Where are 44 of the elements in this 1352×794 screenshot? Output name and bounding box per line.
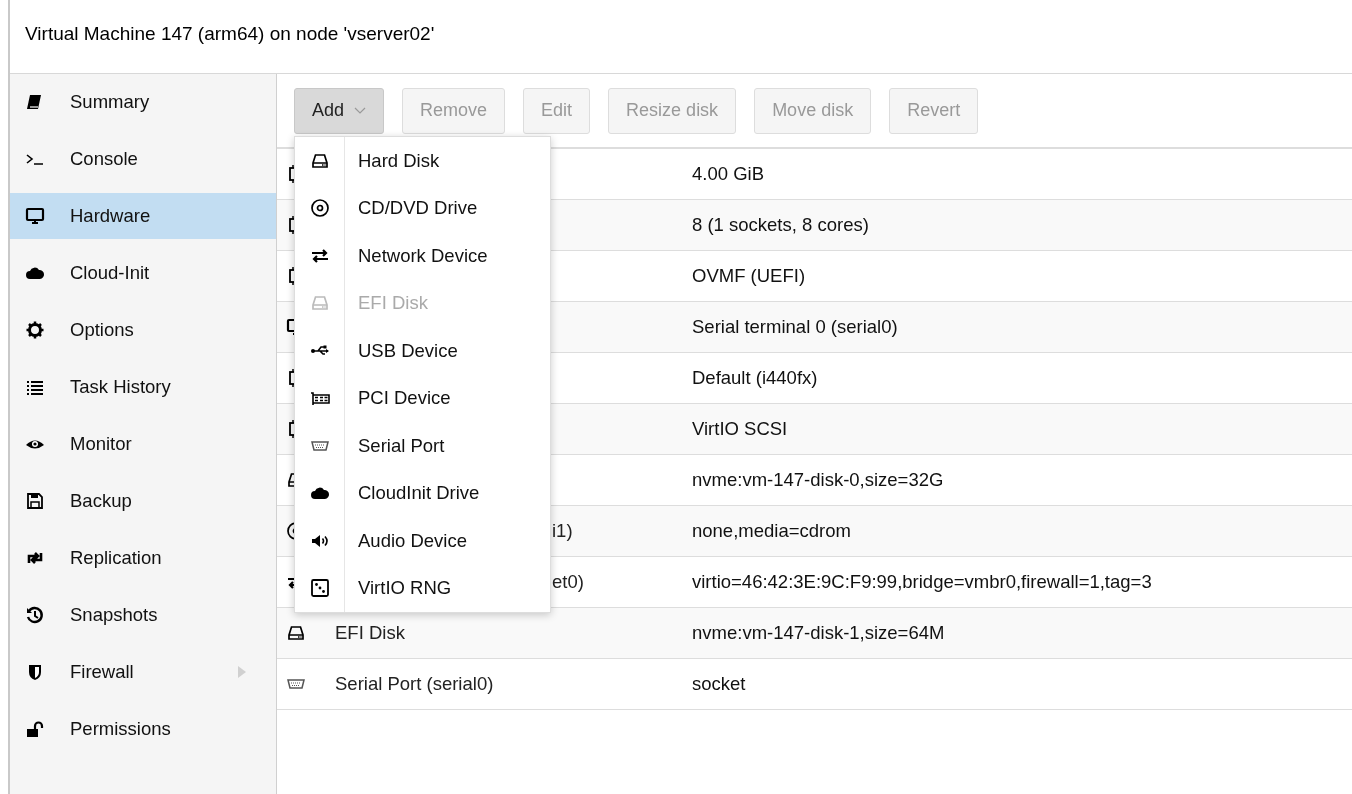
menu-item[interactable]: Serial Port xyxy=(295,422,550,470)
sidebar-item[interactable]: Cloud-Init xyxy=(10,250,276,296)
window-title: Virtual Machine 147 (arm64) on node 'vserver02' xyxy=(25,22,435,45)
table-cell: et0) xyxy=(552,571,584,593)
sidebar-item[interactable]: Monitor xyxy=(10,421,276,467)
table-cell: none,media=cdrom xyxy=(692,520,851,542)
sidebar-item[interactable]: Console xyxy=(10,136,276,182)
table-cell: virtio=46:42:3E:9C:F9:99,bridge=vmbr0,firewall=1,tag=3 xyxy=(692,571,1152,593)
table-cell: 8 (1 sockets, 8 cores) xyxy=(692,214,869,236)
menu-item[interactable]: PCI Device xyxy=(295,374,550,422)
toolbar-button[interactable]: Add xyxy=(294,87,385,134)
sidebar-item[interactable]: Permissions xyxy=(10,706,276,752)
sidebar-item[interactable]: Snapshots xyxy=(10,592,276,638)
sidebar-item[interactable]: Firewall xyxy=(10,649,276,695)
menu-item[interactable]: USB Device xyxy=(295,327,550,375)
history-icon xyxy=(25,605,45,625)
sidebar-item[interactable]: Options xyxy=(10,307,276,353)
unlock-icon xyxy=(25,719,45,739)
dice-icon xyxy=(309,578,330,599)
table-cell: nvme:vm-147-disk-1,size=64M xyxy=(692,622,945,644)
menu-item[interactable]: CloudInit Drive xyxy=(295,469,550,517)
table-cell: 4.00 GiB xyxy=(692,163,764,185)
table-cell: nvme:vm-147-disk-0,size=32G xyxy=(692,469,944,491)
table-cell: OVMF (UEFI) xyxy=(692,265,806,287)
table-cell: socket xyxy=(692,673,746,695)
table-cell: Serial terminal 0 (serial0) xyxy=(692,316,898,338)
menu-item[interactable]: Audio Device xyxy=(295,517,550,565)
sidebar-item[interactable]: Replication xyxy=(10,535,276,581)
table-cell: EFI Disk xyxy=(335,622,405,644)
sidebar-item[interactable]: Task History xyxy=(10,364,276,410)
table-cell: VirtIO SCSI xyxy=(692,418,788,440)
sidebar-item[interactable]: Summary xyxy=(10,79,276,125)
menu-item[interactable]: Hard Disk xyxy=(295,137,550,185)
sidebar-item[interactable]: Backup xyxy=(10,478,276,524)
menu-item[interactable]: VirtIO RNG xyxy=(295,564,550,612)
table-cell: Serial Port (serial0) xyxy=(335,673,494,695)
sidebar-item[interactable]: Hardware xyxy=(10,193,276,239)
expand-arrow-icon[interactable] xyxy=(238,666,246,678)
menu-item[interactable]: Network Device xyxy=(295,232,550,280)
table-cell: Default (i440fx) xyxy=(692,367,818,389)
menu-item[interactable]: CD/DVD Drive xyxy=(295,184,550,232)
gear-icon xyxy=(25,320,45,340)
table-cell: i1) xyxy=(552,520,573,542)
monitor-icon xyxy=(25,206,45,226)
